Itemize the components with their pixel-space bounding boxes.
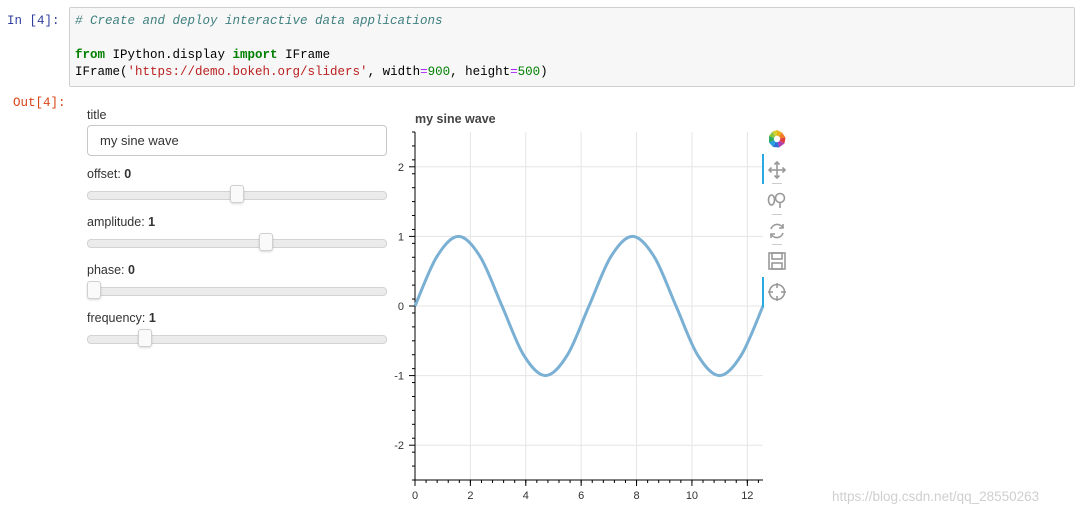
code-import-line: from IPython.display import IFrame <box>75 48 330 62</box>
frequency-slider-handle[interactable] <box>138 329 153 347</box>
phase-slider[interactable] <box>87 281 387 300</box>
code-close-paren: ) <box>540 65 548 79</box>
frequency-label-text: frequency: <box>87 311 149 325</box>
y-tick-label: -2 <box>394 440 404 452</box>
watermark-text: https://blog.csdn.net/qq_28550263 <box>832 489 1040 504</box>
output-prompt: Out[4]: <box>13 96 66 110</box>
toolbar-separator <box>772 183 782 184</box>
offset-label-text: offset: <box>87 167 125 181</box>
code-equals: = <box>510 65 518 79</box>
code-comment: # Create and deploy interactive data app… <box>75 14 443 28</box>
offset-label: offset: 0 <box>87 167 131 181</box>
pan-icon[interactable] <box>767 160 787 180</box>
amplitude-value: 1 <box>148 215 156 229</box>
reset-icon[interactable] <box>767 221 787 241</box>
amplitude-slider-handle[interactable] <box>258 233 273 251</box>
input-prompt: In [4]: <box>7 14 60 28</box>
phase-value: 0 <box>128 263 135 277</box>
crosshair-icon[interactable] <box>767 282 787 302</box>
phase-slider-track[interactable] <box>87 287 387 296</box>
phase-label: phase: 0 <box>87 263 135 277</box>
code-url-string: 'https://demo.bokeh.org/sliders' <box>127 65 368 79</box>
toolbar-separator <box>772 244 782 245</box>
y-tick-label: 1 <box>398 231 404 243</box>
code-module: IPython.display <box>105 48 233 62</box>
offset-slider-handle[interactable] <box>230 185 244 203</box>
frequency-slider-track[interactable] <box>87 335 387 344</box>
plot-toolbar <box>762 126 792 307</box>
frequency-value: 1 <box>148 311 156 325</box>
offset-value: 0 <box>124 167 132 181</box>
x-tick-label: 8 <box>633 490 639 502</box>
code-width-arg: , width <box>367 65 421 79</box>
phase-label-text: phase: <box>87 263 129 277</box>
y-tick-label: 0 <box>398 301 404 313</box>
save-icon[interactable] <box>767 251 787 271</box>
plot-title: my sine wave <box>415 112 496 126</box>
amplitude-label-text: amplitude: <box>87 215 149 229</box>
code-cell[interactable]: # Create and deploy interactive data app… <box>69 7 1075 87</box>
plot-axes: 0 2 4 6 8 10 12-2-1012 <box>394 131 763 502</box>
code-width-value: 900 <box>427 65 451 79</box>
x-tick-label: 12 <box>741 490 753 502</box>
y-tick-label: 2 <box>398 162 404 174</box>
x-tick-label: 6 <box>578 490 584 502</box>
code-imported-name: IFrame <box>277 48 331 62</box>
code-height-arg: , height <box>450 65 511 79</box>
offset-slider[interactable] <box>87 185 387 204</box>
amplitude-slider[interactable] <box>87 233 387 252</box>
toolbar-separator <box>772 214 782 215</box>
title-label: title <box>87 108 107 122</box>
frequency-label: frequency: 1 <box>87 311 156 325</box>
wheel-zoom-icon[interactable] <box>767 190 787 210</box>
amplitude-slider-track[interactable] <box>87 239 387 248</box>
x-tick-label: 4 <box>523 490 529 502</box>
title-input[interactable] <box>87 125 387 156</box>
sine-wave-plot[interactable]: my sine wave 0 2 4 6 8 10 12-2-1012 <box>382 105 766 505</box>
code-call-line: IFrame('https://demo.bokeh.org/sliders',… <box>75 65 548 79</box>
bokeh-logo-icon[interactable] <box>767 129 787 149</box>
code-comment-line: # Create and deploy interactive data app… <box>75 14 443 28</box>
x-tick-label: 0 <box>412 490 418 502</box>
x-tick-label: 10 <box>686 490 698 502</box>
y-tick-label: -1 <box>394 371 404 383</box>
phase-slider-handle[interactable] <box>87 281 101 299</box>
active-tool-indicator <box>762 277 764 307</box>
active-tool-indicator <box>762 154 764 184</box>
frequency-slider[interactable] <box>87 329 387 348</box>
code-height-value: 500 <box>517 65 541 79</box>
code-keyword-import: import <box>232 48 278 62</box>
x-tick-label: 2 <box>467 490 473 502</box>
code-keyword-from: from <box>75 48 106 62</box>
code-call-name: IFrame( <box>75 65 128 79</box>
code-equals: = <box>420 65 428 79</box>
amplitude-label: amplitude: 1 <box>87 215 155 229</box>
